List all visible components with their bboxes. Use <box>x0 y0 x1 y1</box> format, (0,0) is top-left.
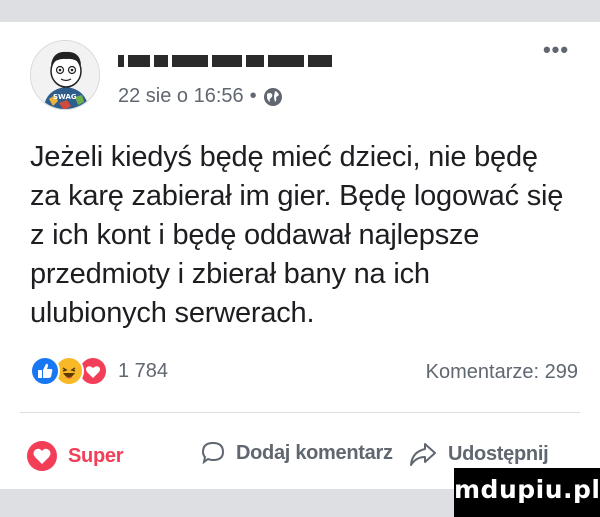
post-body: Jeżeli kiedyś będę mieć dzieci, nie będę… <box>30 138 580 333</box>
avatar-illustration: SWAG <box>31 41 99 109</box>
reactions-count: 1 784 <box>118 359 169 382</box>
post-text-line: za karę zabierał im gier. Będę logować s… <box>30 180 564 212</box>
globe-icon <box>263 87 282 106</box>
like-icon <box>30 356 60 386</box>
facebook-post: SWAG ••• 22 sie o 16:56 • Jeżeli kiedyś … <box>0 22 600 489</box>
super-reaction-button[interactable]: Super <box>26 440 123 472</box>
share-arrow-icon <box>410 443 436 466</box>
share-label: Udostępnij <box>448 442 549 465</box>
love-icon <box>27 441 57 471</box>
add-comment-button[interactable]: Dodaj komentarz <box>200 440 393 466</box>
post-timestamp[interactable]: 22 sie o 16:56 <box>118 85 244 108</box>
actions-divider <box>20 412 580 413</box>
post-text-line: przedmioty i zbierał bany na ich <box>30 258 430 290</box>
share-button[interactable]: Udostępnij <box>408 440 549 468</box>
reactions-summary[interactable]: 1 784 <box>30 356 168 386</box>
redacted-block <box>172 54 208 67</box>
comment-bubble-icon <box>201 441 225 465</box>
super-label: Super <box>68 444 124 467</box>
more-options-button[interactable]: ••• <box>536 38 576 62</box>
author-avatar[interactable]: SWAG <box>30 40 100 110</box>
add-comment-label: Dodaj komentarz <box>236 441 393 464</box>
post-meta: 22 sie o 16:56 • <box>118 85 283 108</box>
post-text-line: z ich kont i będę oddawał najlepsze <box>30 219 480 251</box>
redacted-block <box>212 54 242 67</box>
redacted-block <box>268 54 304 67</box>
redacted-block <box>118 54 124 67</box>
avatar-swag-text: SWAG <box>53 93 77 101</box>
redacted-block <box>308 54 332 67</box>
post-text-line: Jeżeli kiedyś będę mieć dzieci, nie będę <box>30 141 538 173</box>
post-text-line: ulubionych serwerach. <box>30 297 315 329</box>
redacted-block <box>128 54 150 67</box>
author-name-redacted[interactable] <box>118 52 336 68</box>
meta-separator: • <box>249 85 257 107</box>
redacted-block <box>154 54 168 67</box>
top-gray-bar <box>0 0 600 22</box>
redacted-block <box>246 54 264 67</box>
comments-count-link[interactable]: Komentarze: 299 <box>426 361 578 384</box>
site-watermark: mdupiu.pl <box>454 468 600 517</box>
